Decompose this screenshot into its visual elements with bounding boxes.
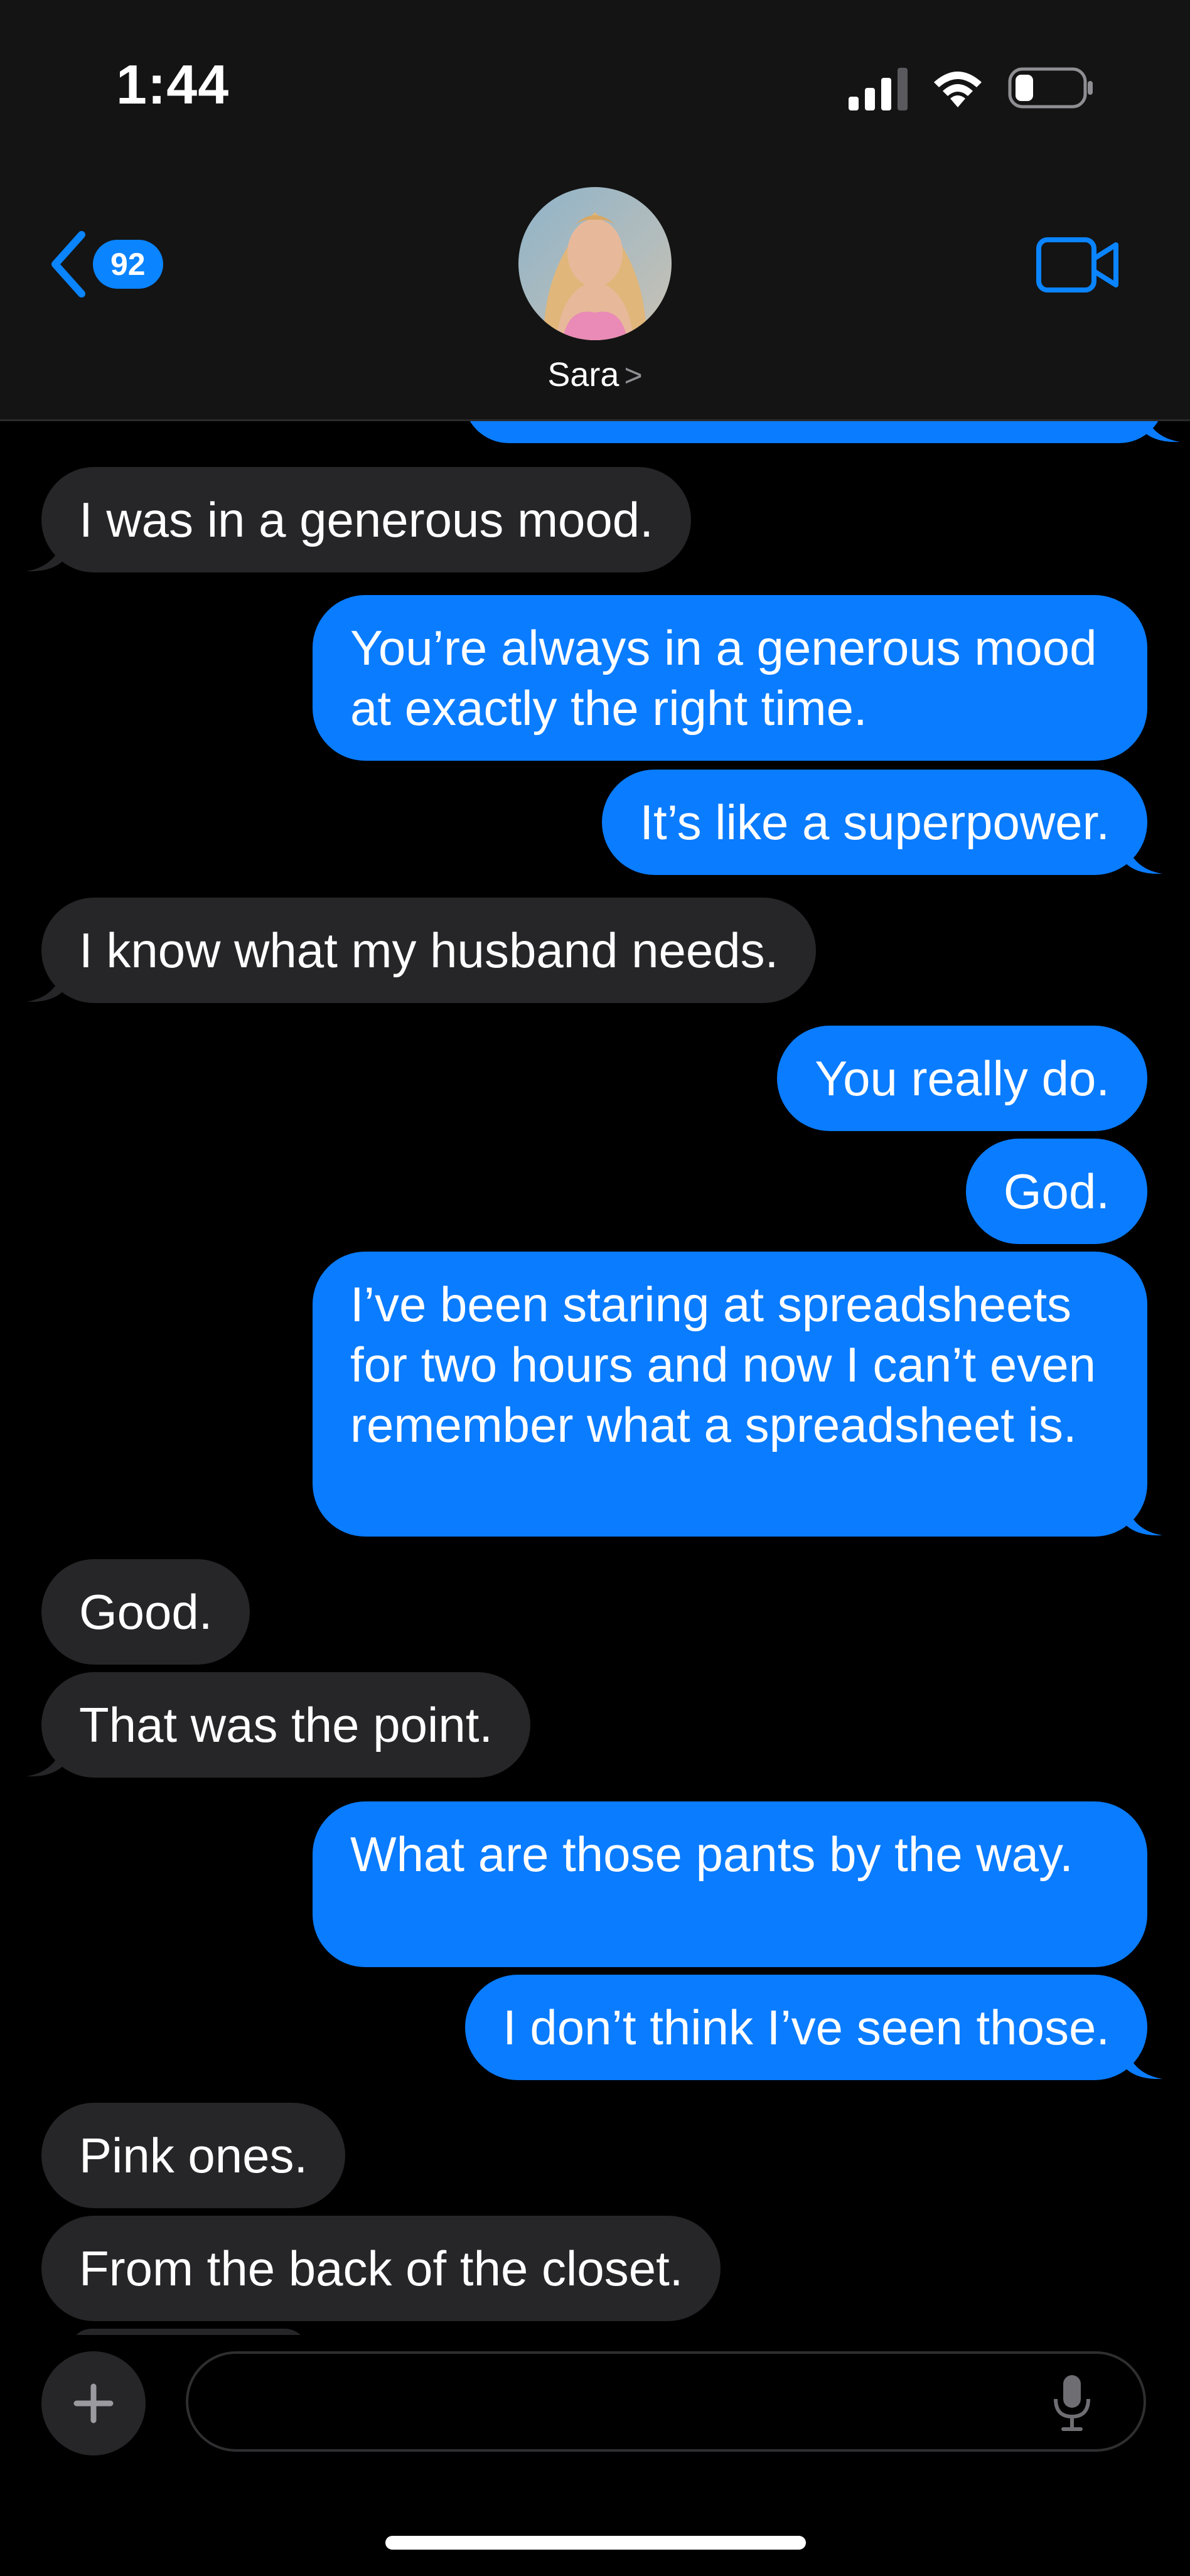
message-bubble-incoming[interactable]: I know what my husband needs. [26, 898, 817, 1003]
message-bubble-incoming-partial [69, 2329, 308, 2335]
chevron-left-icon [49, 230, 88, 299]
message-bubble-outgoing[interactable]: You’re always in a generous mood at exac… [313, 595, 1147, 761]
message-bubble-incoming[interactable]: That was the point. [26, 1672, 531, 1778]
dictation-button[interactable] [1052, 2373, 1092, 2436]
bubble-tail [1125, 2042, 1162, 2080]
battery-icon [1008, 66, 1096, 110]
unread-count-badge: 92 [93, 240, 163, 289]
facetime-video-button[interactable] [1036, 236, 1121, 297]
contact-avatar[interactable] [518, 187, 672, 340]
conversation-header: 1:44 92 Sara > [0, 0, 1190, 421]
bubble-tail [26, 1740, 64, 1777]
home-indicator[interactable] [385, 2536, 806, 2550]
status-bar: 1:44 [0, 0, 1190, 169]
message-bubble-outgoing[interactable]: What are those pants by the way. [313, 1801, 1147, 1967]
bubble-tail [1125, 1499, 1162, 1536]
contact-name[interactable]: Sara > [0, 355, 1190, 394]
message-bubble-outgoing[interactable]: I’ve been staring at spreadsheets for tw… [313, 1252, 1162, 1537]
message-bubble-outgoing[interactable]: It’s like a superpower. [602, 770, 1162, 875]
status-icons [849, 65, 1096, 110]
composer-bar [0, 2335, 1190, 2576]
message-input[interactable] [186, 2351, 1146, 2452]
message-bubble-outgoing[interactable]: You really do. [777, 1026, 1147, 1131]
plus-icon [73, 2383, 114, 2423]
message-bubble-incoming[interactable]: From the back of the closet. [41, 2216, 721, 2321]
video-camera-icon [1036, 237, 1118, 292]
message-bubble-outgoing[interactable]: God. [965, 1139, 1147, 1244]
bubble-tail [1125, 837, 1162, 874]
back-button[interactable]: 92 [49, 230, 163, 299]
message-bubble-incoming[interactable]: I was in a generous mood. [26, 467, 691, 572]
message-bubble-incoming[interactable]: Good. [41, 1559, 250, 1665]
status-time: 1:44 [116, 53, 230, 115]
add-attachment-button[interactable] [41, 2351, 146, 2455]
wifi-icon [929, 66, 987, 110]
cellular-signal-icon [849, 65, 908, 110]
message-bubble-incoming[interactable]: Pink ones. [41, 2103, 346, 2208]
bubble-tail [26, 965, 64, 1002]
chevron-right-icon: > [624, 358, 643, 393]
bubble-tail [26, 535, 64, 572]
microphone-icon [1054, 2375, 1090, 2431]
contact-name-label: Sara [547, 356, 619, 394]
message-bubble-outgoing[interactable]: I don’t think I’ve seen those. [465, 1975, 1162, 2080]
